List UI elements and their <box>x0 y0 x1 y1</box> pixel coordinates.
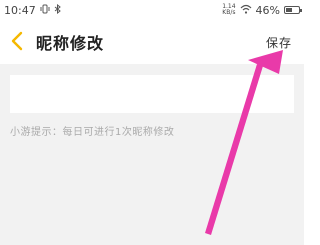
network-speed: 1.14 KB/s <box>222 4 235 16</box>
wifi-icon <box>240 4 252 17</box>
bluetooth-icon <box>54 3 62 17</box>
tip-text: 小游提示：每日可进行1次昵称修改 <box>10 127 175 138</box>
status-right: 1.14 KB/s 46% <box>222 3 302 17</box>
header: 昵称修改 保存 <box>0 20 304 64</box>
vibrate-icon <box>40 4 50 17</box>
save-button[interactable]: 保存 <box>266 34 292 51</box>
status-time: 10:47 <box>4 3 36 17</box>
battery-icon <box>284 6 302 14</box>
back-button[interactable] <box>8 30 28 52</box>
nickname-input[interactable] <box>10 75 294 113</box>
network-speed-unit: KB/s <box>222 9 236 16</box>
status-left: 10:47 <box>4 3 62 17</box>
page-title: 昵称修改 <box>36 34 105 53</box>
status-bar: 10:47 1.14 KB/s 46% <box>0 0 304 20</box>
chevron-left-icon <box>11 31 23 51</box>
battery-percent: 46% <box>255 3 280 17</box>
screen: 10:47 1.14 KB/s 46% 昵称修改 保存 小游提示：每日可进行1次… <box>0 0 304 245</box>
